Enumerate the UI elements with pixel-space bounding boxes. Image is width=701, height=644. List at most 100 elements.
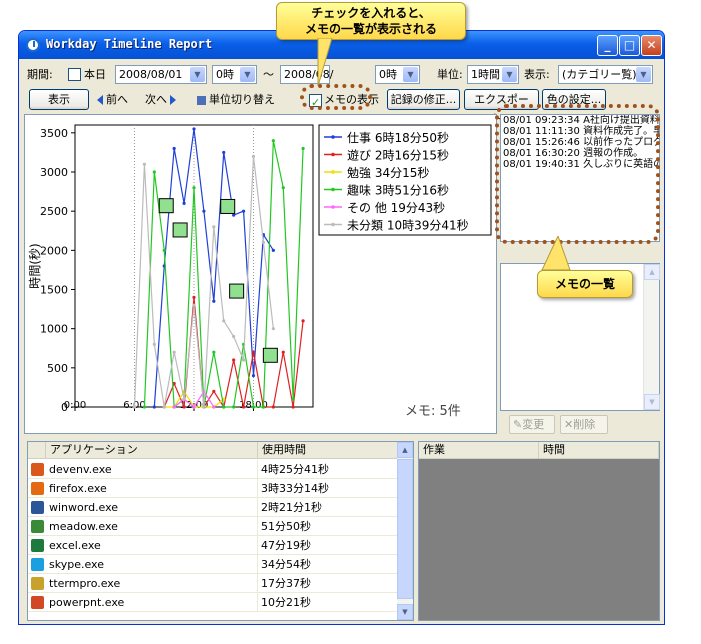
memo-edit-button[interactable]: ✎変更 [509,415,555,434]
series-point [152,405,156,409]
start-hour-select[interactable]: 0時 ▼ [212,65,257,84]
legend-swatch-point [331,205,335,209]
application-name: meadow.exe [46,517,258,536]
chevron-down-icon[interactable]: ▼ [636,67,651,82]
series-point [182,397,186,401]
work-column-header[interactable]: 作業 [419,442,539,459]
table-row[interactable]: devenv.exe 4時25分41秒 [28,460,398,479]
series-point [291,397,295,401]
usage-time: 10分21秒 [261,596,311,609]
series-point [271,248,275,252]
next-button[interactable]: 次へ [145,89,176,110]
table-row[interactable]: firefox.exe 3時33分14秒 [28,479,398,498]
application-table-scrollbar[interactable]: ▲ ▼ [397,442,413,620]
work-time-column-header[interactable]: 時間 [539,442,659,459]
application-name: ttermpro.exe [46,574,258,593]
series-point [301,319,305,323]
series-point [271,327,275,331]
y-tick-label: 2500 [40,205,68,218]
prev-button[interactable]: 前へ [97,89,128,110]
memo-list-callout: メモの一覧 [537,270,633,298]
memo-toggle-highlight [300,84,372,110]
timeline-chart-panel: 05001000150020002500300035000:006:0012:0… [24,114,497,434]
unit-select[interactable]: 1時間 ▼ [467,65,519,84]
series-point [162,405,166,409]
memo-marker [158,198,174,214]
y-tick-label: 2000 [40,244,68,257]
chevron-down-icon[interactable]: ▼ [502,67,517,82]
series-point [281,350,285,354]
arrow-right-icon [170,95,176,105]
show-button[interactable]: 表示 [29,89,89,110]
scroll-up-icon[interactable]: ▲ [397,442,413,458]
maximize-button[interactable]: □ [619,35,640,56]
table-row[interactable]: ttermpro.exe 17分37秒 [28,574,398,593]
memo-delete-button[interactable]: ✕削除 [560,415,608,434]
series-point [152,342,156,346]
display-label: 表示: [524,68,550,81]
chevron-down-icon[interactable]: ▼ [190,67,205,82]
y-tick-label: 1500 [40,284,68,297]
period-label: 期間: [27,68,53,81]
legend-entry: 未分類 10時39分41秒 [347,219,469,233]
display-select[interactable]: (カテゴリー覧) ▼ [558,65,653,84]
table-row[interactable]: excel.exe 47分19秒 [28,536,398,555]
chevron-down-icon[interactable]: ▼ [403,67,418,82]
memo-marker [229,283,245,299]
table-row[interactable]: meadow.exe 51分50秒 [28,517,398,536]
series-point [271,405,275,409]
end-hour-value: 0時 [379,68,397,81]
end-hour-select[interactable]: 0時 ▼ [375,65,420,84]
usage-time-column-header[interactable]: 使用時間 [258,442,398,459]
start-date-select[interactable]: 2008/08/01 ▼ [115,65,207,84]
application-column-header[interactable]: アプリケーション [46,442,258,459]
usage-time: 47分19秒 [261,539,311,552]
application-table: アプリケーション 使用時間 devenv.exe 4時25分41秒 firefox.… [27,441,414,621]
series-point [192,303,196,307]
table-row[interactable]: powerpnt.exe 10分21秒 [28,593,398,612]
legend-entry: 遊び 2時16分15秒 [347,148,449,163]
scroll-thumb[interactable] [397,459,413,599]
scroll-up-icon[interactable]: ▲ [644,264,660,280]
series-point [162,248,166,252]
legend-swatch-point [331,152,335,157]
callout-pointer [317,38,333,87]
application-name: excel.exe [46,536,258,555]
word-icon [31,501,44,514]
y-tick-label: 1000 [40,323,68,336]
series-point [281,186,285,190]
scroll-down-icon[interactable]: ▼ [644,394,660,410]
arrow-left-icon [97,95,103,105]
scroll-down-icon[interactable]: ▼ [397,604,413,620]
switch-unit-button[interactable]: 単位切り替え [197,89,275,110]
series-point [251,405,256,409]
series-point [152,170,156,174]
start-date-value: 2008/08/01 [119,68,183,81]
memo-edit-scrollbar[interactable]: ▲ ▼ [643,264,660,410]
legend-entry: 仕事 6時18分50秒 [347,131,449,145]
series-point [202,209,206,213]
today-checkbox[interactable] [68,68,81,81]
y-tick-label: 3500 [40,127,68,140]
series-point [182,405,186,409]
memo-marker [262,347,278,363]
table-row[interactable]: winword.exe 2時21分1秒 [28,498,398,517]
series-point [241,358,246,362]
table-row[interactable]: skype.exe 34分54秒 [28,555,398,574]
display-value: (カテゴリー覧) [562,68,637,81]
work-table: 作業 時間 [418,441,660,621]
chevron-down-icon[interactable]: ▼ [240,67,255,82]
firefox-icon [31,482,44,495]
series-point [192,405,196,409]
series-point [251,154,256,158]
minimize-button[interactable]: _ [597,35,618,56]
series-line [133,156,274,408]
series-point [222,405,226,409]
series-point [232,405,236,409]
memo-count-annotation: メモ: 5件 [405,404,461,419]
series-point [142,405,147,409]
ttermpro-icon [31,577,44,590]
series-point [251,374,256,378]
close-button[interactable]: ✕ [641,35,662,56]
fix-record-button[interactable]: 記録の修正... [387,89,460,110]
